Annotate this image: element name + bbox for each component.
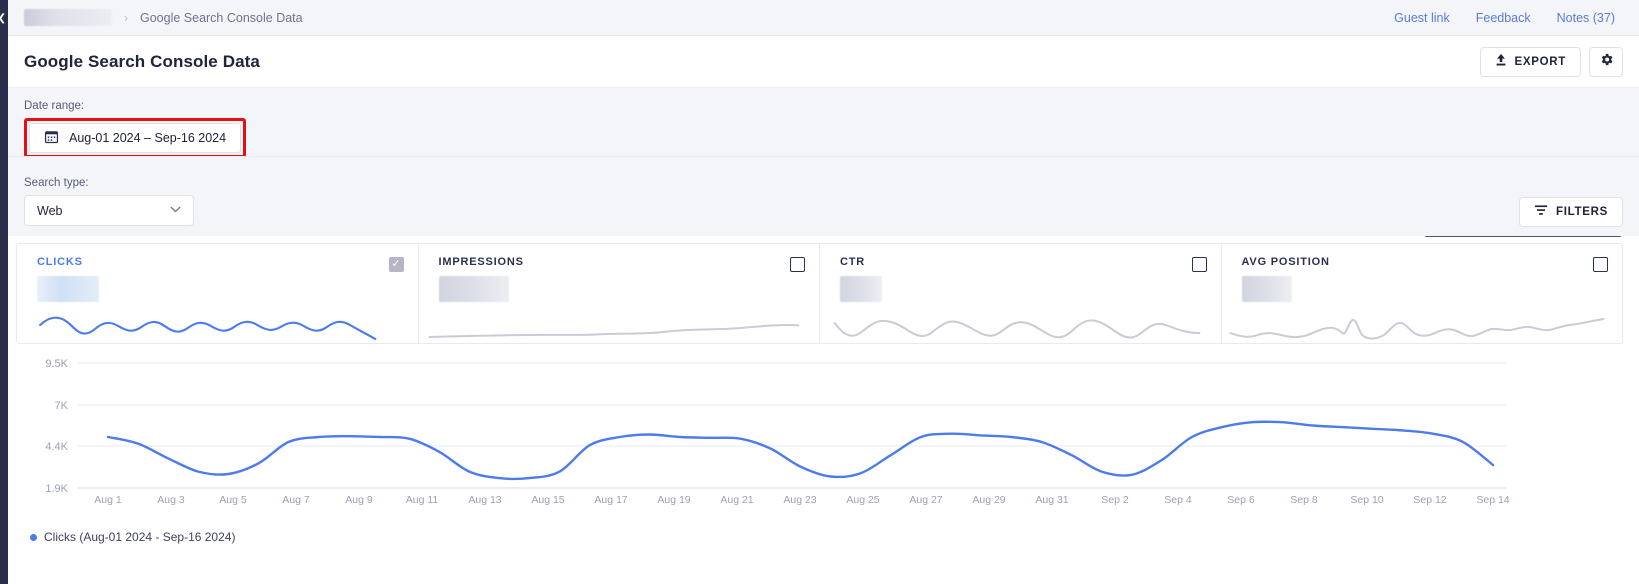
metric-card-ctr[interactable]: CTR	[820, 244, 1222, 343]
export-button[interactable]: EXPORT	[1479, 46, 1581, 77]
search-type-select[interactable]: Web	[24, 195, 194, 226]
upload-icon	[1495, 53, 1507, 70]
xtick-2: Aug 5	[219, 494, 247, 506]
titlebar: Google Search Console Data EXPORT	[8, 36, 1639, 88]
guest-link[interactable]: Guest link	[1394, 11, 1450, 25]
titlebar-actions: EXPORT	[1479, 46, 1623, 77]
metric-card-ctr-checkbox[interactable]	[1191, 257, 1207, 272]
xtick-11: Aug 23	[783, 494, 816, 506]
calendar-icon	[44, 129, 59, 147]
date-range-band: Date range: Aug-01 2024 – Sep-16 2024 Go…	[8, 88, 1639, 237]
metric-card-clicks-sparkline	[39, 316, 377, 341]
metric-card-clicks[interactable]: CLICKS ✓	[17, 244, 419, 343]
gear-icon	[1599, 52, 1614, 72]
chevron-down-icon	[170, 205, 181, 216]
funnel-icon	[1534, 204, 1548, 220]
metric-card-avg-position-sparkline	[1228, 318, 1605, 340]
metric-card-impressions[interactable]: IMPRESSIONS	[419, 244, 820, 343]
date-range-label: Date range:	[24, 100, 85, 112]
xtick-17: Sep 4	[1164, 494, 1192, 506]
legend-label: Clicks (Aug-01 2024 - Sep-16 2024)	[44, 530, 236, 544]
metric-card-impressions-label: IMPRESSIONS	[438, 256, 524, 268]
date-range-value: Aug-01 2024 – Sep-16 2024	[69, 131, 227, 145]
xtick-1: Aug 3	[157, 494, 185, 506]
app-page: ❮ › Google Search Console Data Guest lin…	[0, 0, 1639, 584]
xtick-18: Sep 6	[1227, 494, 1255, 506]
metric-card-impressions-value-redacted	[438, 276, 509, 302]
xtick-14: Aug 29	[972, 494, 1005, 506]
xtick-12: Aug 25	[846, 494, 879, 506]
left-rail: ❮	[0, 0, 13, 584]
xtick-19: Sep 8	[1290, 494, 1318, 506]
xtick-0: Aug 1	[94, 494, 122, 506]
legend-color-dot	[30, 533, 37, 541]
xtick-6: Aug 13	[468, 494, 501, 506]
search-type-band: Search type: Web FILTERS	[8, 156, 1639, 236]
xtick-10: Aug 21	[720, 494, 753, 506]
clicks-series-line	[106, 420, 1495, 481]
export-button-label: EXPORT	[1514, 55, 1566, 68]
xtick-20: Sep 10	[1350, 494, 1383, 506]
settings-button[interactable]	[1589, 46, 1623, 77]
xtick-3: Aug 7	[282, 494, 310, 506]
xtick-8: Aug 17	[594, 494, 627, 506]
xtick-21: Sep 12	[1413, 494, 1446, 506]
metric-card-avg-position-label: AVG POSITION	[1241, 256, 1330, 268]
filters-button-label: FILTERS	[1556, 206, 1608, 218]
metric-card-ctr-value-redacted	[840, 276, 882, 302]
metric-card-clicks-checkbox[interactable]: ✓	[388, 257, 404, 272]
xtick-13: Aug 27	[909, 494, 942, 506]
breadcrumb-project-redacted[interactable]	[24, 9, 112, 26]
chart-x-axis-labels: Aug 1 Aug 3 Aug 5 Aug 7 Aug 9 Aug 11 Aug…	[94, 494, 1510, 506]
metric-card-avg-position[interactable]: AVG POSITION	[1222, 244, 1623, 343]
metric-cards: CLICKS ✓ IMPRESSIONS CTR AVG POSITION	[16, 243, 1623, 344]
topbar: › Google Search Console Data Guest link …	[8, 0, 1639, 36]
breadcrumb-separator: ›	[124, 10, 128, 25]
xtick-9: Aug 19	[657, 494, 690, 506]
chart-gridlines	[78, 362, 1506, 489]
notes-link[interactable]: Notes (37)	[1557, 11, 1615, 25]
ytick-3: 1.9K	[45, 483, 68, 495]
clicks-chart-svg[interactable]: 9.5K 7K 4.4K 1.9K Aug 1 Aug 3 Aug 5 Aug …	[16, 348, 1623, 518]
ytick-1: 7K	[55, 400, 69, 412]
xtick-7: Aug 15	[531, 494, 564, 506]
xtick-5: Aug 11	[406, 494, 439, 506]
chart-y-axis-labels: 9.5K 7K 4.4K 1.9K	[45, 358, 68, 495]
metric-card-ctr-label: CTR	[840, 256, 866, 268]
metric-card-avg-position-checkbox[interactable]	[1593, 257, 1608, 272]
xtick-22: Sep 14	[1476, 494, 1509, 506]
date-range-highlight: Aug-01 2024 – Sep-16 2024	[24, 118, 247, 158]
metric-card-avg-position-value-redacted	[1241, 276, 1292, 302]
search-type-label: Search type:	[24, 177, 89, 189]
metric-card-impressions-sparkline	[427, 324, 799, 338]
metric-card-impressions-checkbox[interactable]	[790, 257, 805, 272]
date-range-picker[interactable]: Aug-01 2024 – Sep-16 2024	[29, 123, 242, 153]
xtick-4: Aug 9	[345, 494, 373, 506]
chart-legend: Clicks (Aug-01 2024 - Sep-16 2024)	[30, 530, 235, 544]
search-type-value: Web	[37, 203, 63, 218]
metric-card-ctr-sparkline	[833, 319, 1201, 339]
xtick-16: Sep 2	[1101, 494, 1129, 506]
filters-button[interactable]: FILTERS	[1519, 197, 1623, 227]
page-title: Google Search Console Data	[24, 51, 260, 71]
metric-card-clicks-label: CLICKS	[37, 256, 83, 268]
breadcrumb-current: Google Search Console Data	[140, 10, 303, 25]
clicks-chart: 9.5K 7K 4.4K 1.9K Aug 1 Aug 3 Aug 5 Aug …	[16, 348, 1623, 518]
date-range-group: Date range: Aug-01 2024 – Sep-16 2024	[24, 100, 247, 158]
xtick-15: Aug 31	[1035, 494, 1068, 506]
topbar-links: Guest link Feedback Notes (37)	[1394, 11, 1623, 25]
ytick-0: 9.5K	[45, 358, 68, 370]
metric-card-clicks-value-redacted	[37, 276, 99, 302]
feedback-link[interactable]: Feedback	[1476, 11, 1531, 25]
ytick-2: 4.4K	[45, 441, 68, 453]
search-type-group: Search type: Web	[24, 177, 194, 226]
